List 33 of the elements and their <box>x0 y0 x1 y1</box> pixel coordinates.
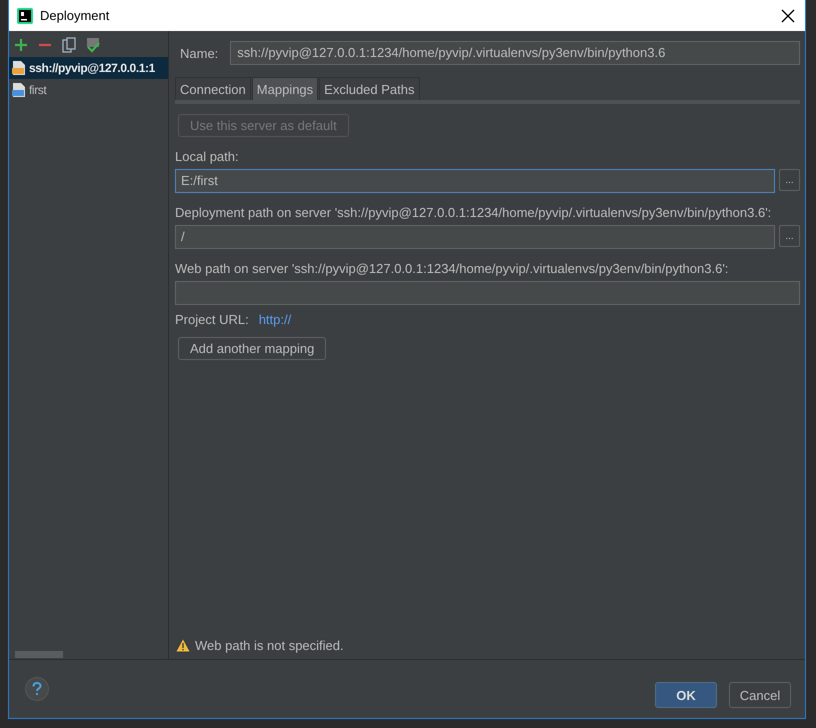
field-label: Deployment path on server 'ssh://pyvip@127.0.0.1:1234/home/pyvip/.virtualenvs/py3env/bin/python3.6': <box>175 205 772 220</box>
add-icon[interactable] <box>14 38 28 52</box>
check-default-icon[interactable] <box>86 37 100 53</box>
server-file-icon <box>12 60 26 76</box>
server-item[interactable]: ssh://pyvip@127.0.0.1:1 <box>9 57 168 79</box>
project-url-link[interactable]: http:// <box>258 312 292 327</box>
name-field[interactable]: ssh://pyvip@127.0.0.1:1234/home/pyvip/.virtualenvs/py3env/bin/python3.6 <box>230 41 800 65</box>
server-file-icon <box>12 82 26 98</box>
name-label: Name: <box>180 46 218 60</box>
server-item[interactable]: first <box>9 79 168 101</box>
path-field[interactable]: / <box>175 225 775 249</box>
ok-button[interactable]: OK <box>655 682 717 708</box>
add-mapping-button[interactable]: Add another mapping <box>178 337 326 360</box>
field-label: Web path on server 'ssh://pyvip@127.0.0.1:1234/home/pyvip/.virtualenvs/py3env/bin/python3.6': <box>175 261 728 276</box>
browse-button[interactable]: ... <box>779 225 800 247</box>
cancel-button[interactable]: Cancel <box>729 682 791 708</box>
tab[interactable]: Connection <box>175 77 251 100</box>
tab[interactable]: Mappings <box>252 77 318 100</box>
field-label: Local path: <box>175 149 239 164</box>
browse-button[interactable]: ... <box>779 169 800 191</box>
copy-icon[interactable] <box>62 37 76 53</box>
scrollbar[interactable] <box>15 651 63 658</box>
help-button[interactable] <box>25 677 49 701</box>
app-icon <box>17 8 33 24</box>
project-url-label: Project URL: <box>175 312 249 327</box>
window-title: Deployment <box>40 8 110 23</box>
help-icon <box>32 682 42 696</box>
tab[interactable]: Excluded Paths <box>319 77 420 100</box>
warning-message: Web path is not specified. <box>195 638 344 653</box>
path-field[interactable] <box>175 281 800 305</box>
path-field[interactable]: E:/first <box>175 169 775 193</box>
warning-icon <box>176 639 190 652</box>
close-icon[interactable] <box>781 8 795 22</box>
